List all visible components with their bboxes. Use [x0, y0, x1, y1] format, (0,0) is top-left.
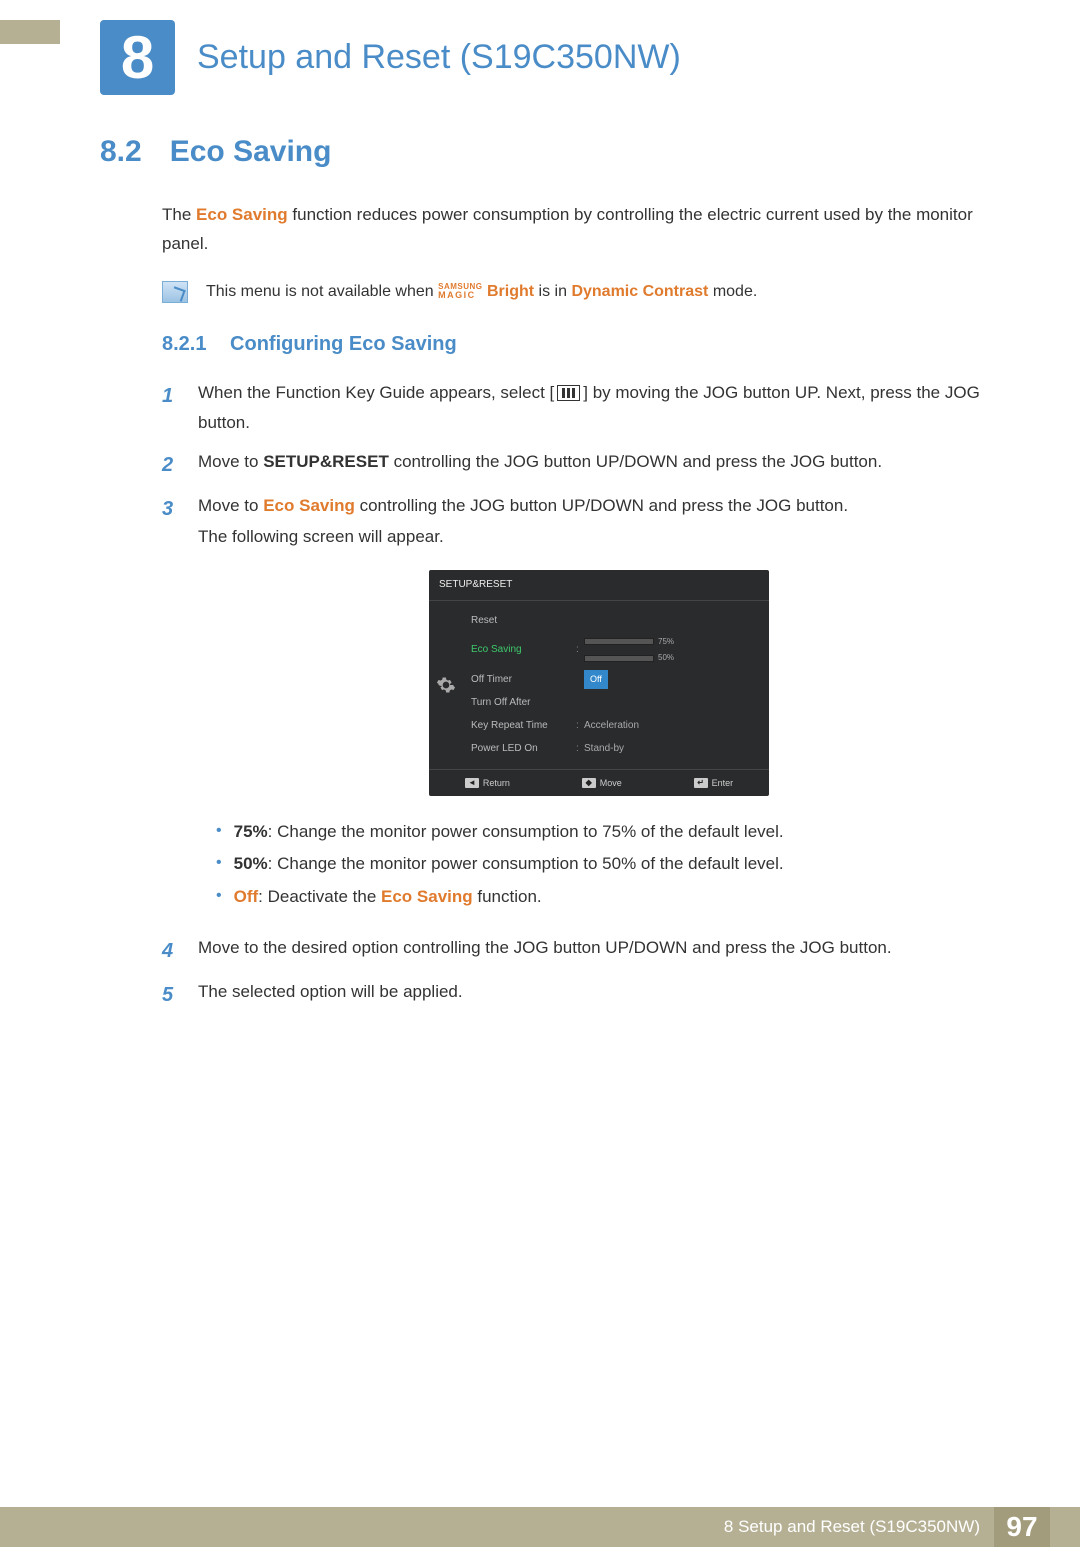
step-3: 3 Move to Eco Saving controlling the JOG…: [162, 491, 1000, 925]
bar-label-75: 75%: [658, 635, 674, 649]
osd-footer-return-label: Return: [483, 775, 510, 791]
footer-text: 8 Setup and Reset (S19C350NW): [724, 1517, 980, 1537]
osd-eco-bars: 75% 50%: [584, 635, 761, 666]
osd-label: Power LED On: [471, 740, 576, 758]
osd-title: SETUP&RESET: [429, 570, 769, 601]
note-text: This menu is not available when SAMSUNG …: [206, 283, 757, 301]
bullet-icon: •: [216, 848, 222, 880]
subsection-number: 8.2.1: [162, 333, 206, 355]
option-bullets: • 75%: Change the monitor power consumpt…: [216, 816, 1000, 913]
chapter-number-box: 8: [100, 20, 175, 95]
section-number: 8.2: [100, 135, 142, 169]
note-mid: is in: [539, 283, 572, 300]
step-number: 2: [162, 447, 180, 483]
osd-label: Reset: [471, 612, 576, 630]
note-post: mode.: [713, 283, 757, 300]
bullet-icon: •: [216, 881, 222, 913]
osd-row-eco-saving: Eco Saving : 75% 50%: [463, 632, 769, 668]
osd-footer: ◄ Return ◆ Move ↵ Enter: [429, 769, 769, 796]
section-heading: 8.2 Eco Saving: [100, 135, 1000, 169]
bar-label-50: 50%: [658, 651, 674, 665]
step-5: 5 The selected option will be applied.: [162, 977, 1000, 1013]
bullet-75: • 75%: Change the monitor power consumpt…: [216, 816, 1000, 848]
intro-pre: The: [162, 205, 196, 224]
note-pre: This menu is not available when: [206, 283, 438, 300]
menu-icon: [557, 385, 580, 401]
osd-label: Turn Off After: [471, 694, 576, 712]
osd-footer-enter-label: Enter: [712, 775, 734, 791]
bullet-text: : Change the monitor power consumption t…: [268, 854, 784, 873]
osd-value: Stand-by: [584, 740, 761, 758]
bullet-50: • 50%: Change the monitor power consumpt…: [216, 848, 1000, 880]
osd-row-turn-off-after: Turn Off After: [463, 692, 769, 715]
subsection-title: Configuring Eco Saving: [230, 333, 457, 355]
osd-screenshot: SETUP&RESET Reset Eco Saving: [429, 570, 769, 796]
step-3-mid: controlling the JOG button UP/DOWN and p…: [355, 496, 848, 515]
step-number: 5: [162, 977, 180, 1013]
note-icon: [162, 281, 188, 303]
bullet-term: 75%: [234, 822, 268, 841]
steps-list: 1 When the Function Key Guide appears, s…: [162, 378, 1000, 1013]
gear-icon: [436, 675, 456, 695]
samsung-magic-logo: SAMSUNG MAGIC: [438, 283, 482, 300]
page-tab-stripe: [0, 20, 60, 44]
osd-footer-move-label: Move: [600, 775, 622, 791]
step-3-target: Eco Saving: [263, 496, 355, 515]
osd-row-off-timer: Off Timer Off: [463, 668, 769, 692]
intro-term: Eco Saving: [196, 205, 288, 224]
chapter-header: 8 Setup and Reset (S19C350NW): [100, 20, 1080, 95]
page-number: 97: [994, 1507, 1050, 1547]
bullet-term: Off: [234, 887, 259, 906]
bullet-term2: Eco Saving: [381, 887, 473, 906]
step-2-post: controlling the JOG button UP/DOWN and p…: [389, 452, 882, 471]
magic-bot: MAGIC: [438, 291, 482, 300]
move-icon: ◆: [582, 778, 596, 788]
step-3-pre: Move to: [198, 496, 263, 515]
osd-footer-enter: ↵ Enter: [694, 775, 734, 791]
step-number: 4: [162, 933, 180, 969]
bullet-icon: •: [216, 816, 222, 848]
note-bright: Bright: [487, 283, 534, 300]
osd-footer-move: ◆ Move: [582, 775, 622, 791]
osd-row-key-repeat: Key Repeat Time : Acceleration: [463, 715, 769, 738]
step-number: 1: [162, 378, 180, 439]
chapter-title: Setup and Reset (S19C350NW): [197, 38, 681, 77]
osd-value: Acceleration: [584, 717, 761, 735]
step-2: 2 Move to SETUP&RESET controlling the JO…: [162, 447, 1000, 483]
return-icon: ◄: [465, 778, 479, 788]
page-footer: 8 Setup and Reset (S19C350NW) 97: [0, 1507, 1080, 1547]
subsection-heading: 8.2.1 Configuring Eco Saving: [162, 333, 1000, 356]
step-2-target: SETUP&RESET: [263, 452, 389, 471]
note-mode: Dynamic Contrast: [571, 283, 708, 300]
osd-label: Eco Saving: [471, 641, 576, 659]
step-number: 3: [162, 491, 180, 925]
note-row: This menu is not available when SAMSUNG …: [162, 281, 1000, 303]
step-5-text: The selected option will be applied.: [198, 977, 1000, 1013]
section-title: Eco Saving: [170, 135, 332, 169]
step-4-text: Move to the desired option controlling t…: [198, 933, 1000, 969]
step-3-line2: The following screen will appear.: [198, 522, 1000, 553]
step-2-pre: Move to: [198, 452, 263, 471]
step-1: 1 When the Function Key Guide appears, s…: [162, 378, 1000, 439]
bullet-term: 50%: [234, 854, 268, 873]
osd-row-reset: Reset: [463, 609, 769, 632]
osd-footer-return: ◄ Return: [465, 775, 510, 791]
off-chip: Off: [584, 670, 608, 688]
step-4: 4 Move to the desired option controlling…: [162, 933, 1000, 969]
bullet-mid: : Deactivate the: [258, 887, 381, 906]
bullet-post: function.: [473, 887, 542, 906]
intro-paragraph: The Eco Saving function reduces power co…: [162, 201, 1000, 259]
osd-label: Off Timer: [471, 671, 576, 689]
step-1-pre: When the Function Key Guide appears, sel…: [198, 383, 554, 402]
osd-row-power-led: Power LED On : Stand-by: [463, 738, 769, 761]
bullet-text: : Change the monitor power consumption t…: [268, 822, 784, 841]
bullet-off: • Off: Deactivate the Eco Saving functio…: [216, 881, 1000, 913]
enter-icon: ↵: [694, 778, 708, 788]
osd-label: Key Repeat Time: [471, 717, 576, 735]
osd-side-icon: [429, 601, 463, 769]
osd-menu: Reset Eco Saving : 75% 50%: [463, 601, 769, 769]
